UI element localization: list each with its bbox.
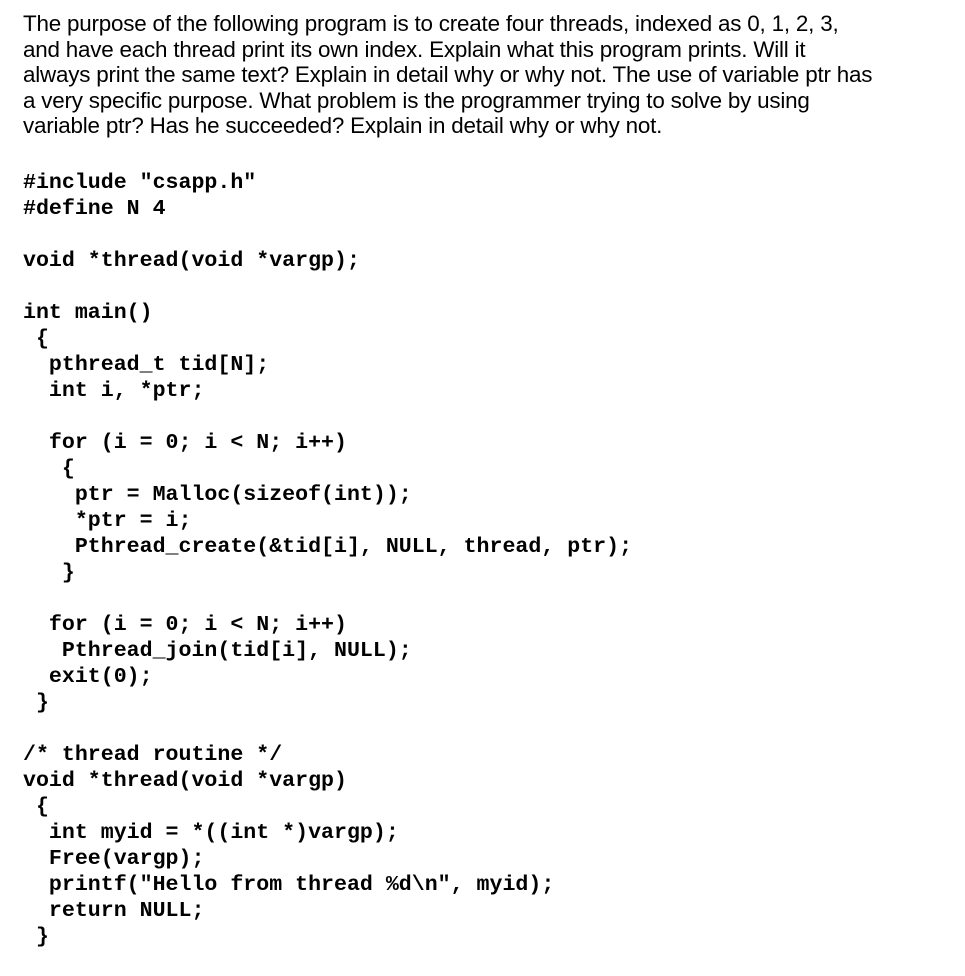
code-line: void *thread(void *vargp) (23, 769, 347, 793)
code-line: ptr = Malloc(sizeof(int)); (23, 483, 412, 507)
code-line: for (i = 0; i < N; i++) (23, 431, 347, 455)
code-listing: #include "csapp.h" #define N 4 void *thr… (23, 170, 632, 950)
question-line: a very specific purpose. What problem is… (23, 87, 810, 113)
code-line: } (23, 925, 49, 949)
code-line: { (23, 457, 75, 481)
question-text: The purpose of the following program is … (23, 11, 963, 139)
question-line: The purpose of the following program is … (23, 11, 839, 36)
code-line: int main() (23, 301, 153, 325)
code-line: } (23, 691, 49, 715)
question-line: variable ptr? Has he succeeded? Explain … (23, 113, 663, 139)
code-line: *ptr = i; (23, 509, 192, 533)
code-line: int i, *ptr; (23, 379, 205, 403)
code-line: #include "csapp.h" (23, 171, 257, 195)
code-line: Free(vargp); (23, 847, 205, 871)
code-line: { (23, 795, 49, 819)
code-line: return NULL; (23, 899, 205, 923)
code-line: int myid = *((int *)vargp); (23, 821, 399, 845)
code-line: for (i = 0; i < N; i++) (23, 613, 347, 637)
code-line: Pthread_create(&tid[i], NULL, thread, pt… (23, 535, 633, 559)
code-line: #define N 4 (23, 197, 166, 221)
code-line: pthread_t tid[N]; (23, 353, 270, 377)
code-line: printf("Hello from thread %d\n", myid); (23, 873, 555, 897)
code-line: Pthread_join(tid[i], NULL); (23, 639, 412, 663)
question-line: and have each thread print its own index… (23, 36, 806, 62)
code-line: { (23, 327, 49, 351)
code-line: exit(0); (23, 665, 153, 689)
code-line: } (23, 561, 75, 585)
question-line: always print the same text? Explain in d… (23, 62, 873, 88)
code-line: void *thread(void *vargp); (23, 249, 360, 273)
code-line: /* thread routine */ (23, 743, 283, 767)
